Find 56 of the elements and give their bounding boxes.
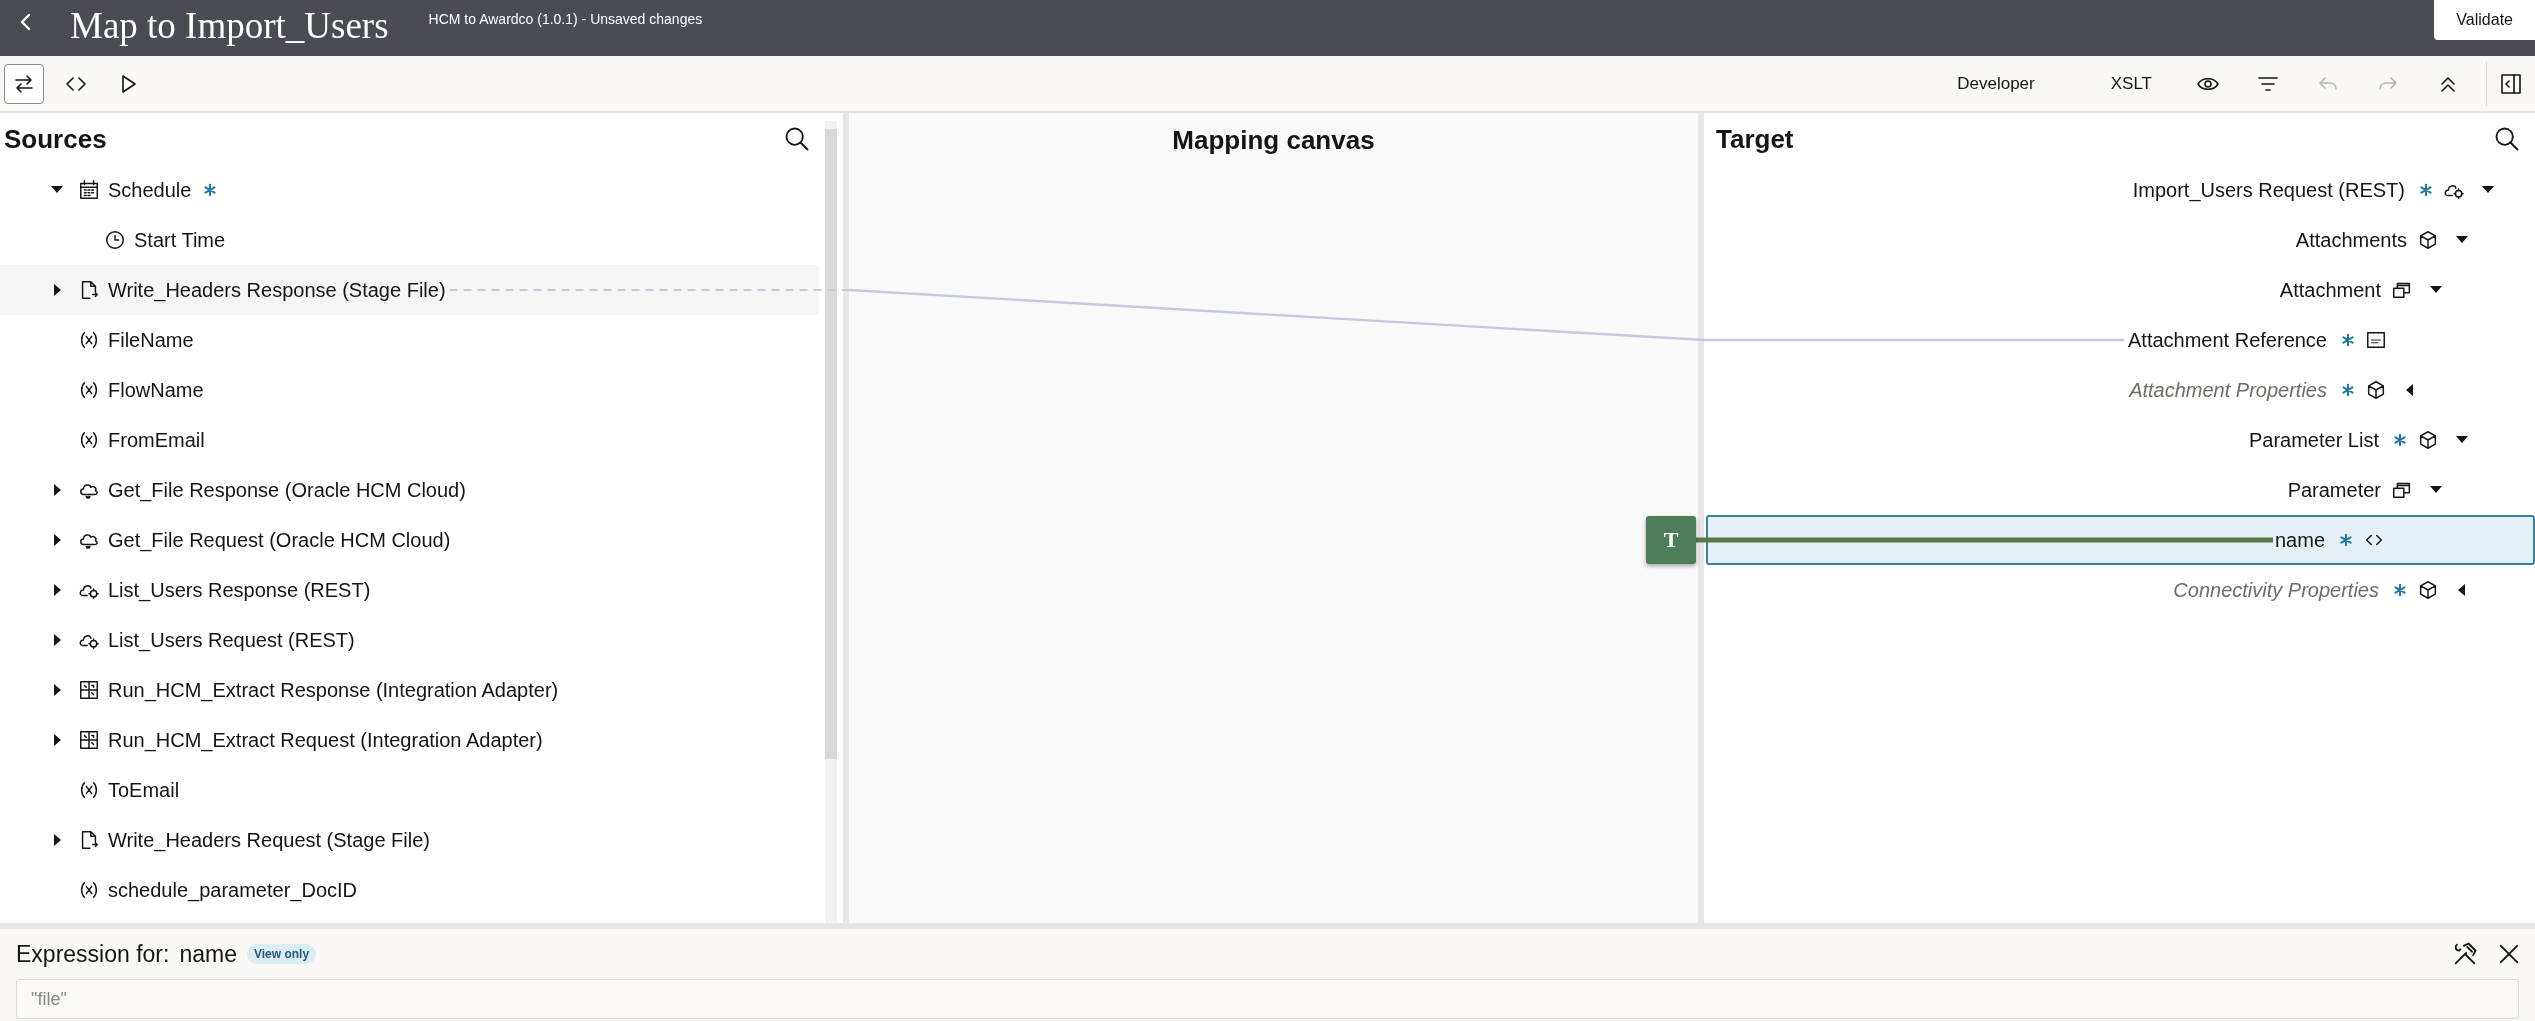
tree-item-label[interactable]: Write_Headers Request (Stage File) (108, 828, 430, 852)
cube-icon (2417, 429, 2439, 451)
scrollbar[interactable] (825, 121, 837, 923)
view-only-badge: View only (246, 944, 317, 964)
view-mode-button[interactable]: Developer (1949, 63, 2043, 104)
search-icon (2493, 125, 2521, 153)
tree-item-label[interactable]: Start Time (134, 228, 226, 252)
cube-icon (2417, 579, 2439, 601)
tree-item-label[interactable]: Parameter (2287, 478, 2381, 502)
tree-item-label[interactable]: Get_File Request (Oracle HCM Cloud) (108, 528, 451, 552)
cube-icon (2365, 379, 2387, 401)
tree-item-label[interactable]: List_Users Request (REST) (108, 628, 355, 652)
tree-item-label[interactable]: name (2274, 528, 2325, 552)
page-title: Map to Import_Users (70, 4, 389, 48)
clock-icon (104, 229, 126, 251)
tree-item-label[interactable]: Attachments (2295, 228, 2407, 252)
search-icon (783, 125, 811, 153)
panel-title: Mapping canvas (1172, 125, 1375, 156)
tree-item-label[interactable]: Attachment Properties (2129, 378, 2327, 402)
selected-row[interactable]: name (1706, 515, 2535, 565)
tree-item-label[interactable]: ToEmail (108, 778, 180, 802)
view-mode-button[interactable]: XSLT (2102, 63, 2160, 104)
variable-icon (78, 329, 100, 351)
mapper-button[interactable] (4, 63, 44, 104)
tree-item-label[interactable]: Attachment Reference (2128, 328, 2327, 352)
text-field-icon (2365, 329, 2387, 351)
side-panel-icon (2499, 71, 2523, 96)
panel-title: Target (1716, 123, 1794, 155)
tree-item-label[interactable]: FileName (108, 328, 194, 352)
tree-item-label[interactable]: Run_HCM_Extract Request (Integration Adapter) (108, 728, 543, 752)
tree-item-label[interactable]: FromEmail (108, 428, 205, 452)
tree-item-label[interactable]: Get_File Response (Oracle HCM Cloud) (108, 478, 466, 502)
function-node[interactable]: T (1646, 516, 1696, 564)
tree-item-label[interactable]: FlowName (108, 378, 204, 402)
variable-icon (78, 379, 100, 401)
cube-icon (2417, 229, 2439, 251)
validate-button[interactable]: Validate (2434, 0, 2535, 40)
expression-label: Expression for: (16, 940, 170, 968)
variable-icon (78, 429, 100, 451)
tree-item-label[interactable]: Import_Users Request (REST) (2132, 178, 2405, 202)
tree-item-label[interactable]: Attachment (2279, 278, 2381, 302)
variable-icon (78, 779, 100, 801)
tree-item-label[interactable]: Write_Headers Response (Stage File) (108, 278, 446, 302)
grid-square-icon (78, 729, 100, 751)
tree-item-label[interactable]: Run_HCM_Extract Response (Integration Adapter) (108, 678, 559, 702)
tree-item-label[interactable]: Connectivity Properties (2173, 578, 2379, 602)
variable-icon (78, 879, 100, 901)
tree-item-label[interactable]: List_Users Response (REST) (108, 578, 371, 602)
tree-item-label[interactable]: schedule_parameter_DocID (108, 878, 358, 902)
tree-item-label[interactable]: Schedule (108, 178, 192, 202)
field-name: name (179, 940, 237, 968)
grid-square-icon (78, 679, 100, 701)
panel-title: Sources (4, 123, 107, 155)
tree-item-label[interactable]: Parameter List (2248, 428, 2379, 452)
calendar-icon (78, 179, 100, 201)
integration-subtitle: HCM to Awardco (1.0.1) - Unsaved changes (428, 11, 703, 27)
